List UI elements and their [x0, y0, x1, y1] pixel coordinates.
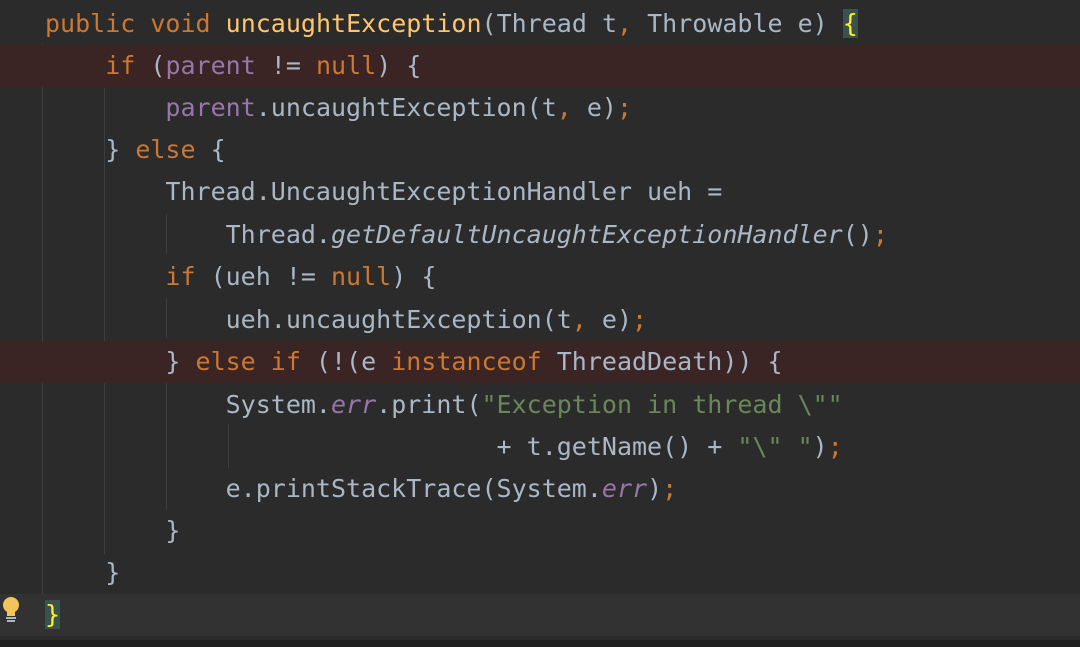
- editor-bottom-edge: [0, 640, 1080, 647]
- code-editor[interactable]: public void uncaughtException(Thread t, …: [0, 0, 1080, 647]
- code-line-3[interactable]: parent.uncaughtException(t, e);: [0, 87, 1080, 129]
- code-line-13[interactable]: }: [0, 510, 1080, 552]
- lightbulb-icon[interactable]: [0, 596, 22, 626]
- code-line-9[interactable]: } else if (!(e instanceof ThreadDeath)) …: [0, 341, 1080, 383]
- matching-brace: {: [842, 9, 858, 38]
- code-line-15[interactable]: }: [0, 594, 1080, 636]
- code-line-2[interactable]: if (parent != null) {: [0, 45, 1080, 87]
- code-line-6[interactable]: Thread.getDefaultUncaughtExceptionHandle…: [0, 214, 1080, 256]
- code-line-7[interactable]: if (ueh != null) {: [0, 256, 1080, 298]
- matching-brace: }: [45, 600, 61, 629]
- code-line-11[interactable]: + t.getName() + "\" ");: [0, 426, 1080, 468]
- code-line-14[interactable]: }: [0, 552, 1080, 594]
- code-line-4[interactable]: } else {: [0, 129, 1080, 171]
- code-line-10[interactable]: System.err.print("Exception in thread \"…: [0, 384, 1080, 426]
- code-line-8[interactable]: ueh.uncaughtException(t, e);: [0, 299, 1080, 341]
- code-line-5[interactable]: Thread.UncaughtExceptionHandler ueh =: [0, 171, 1080, 213]
- code-line-12[interactable]: e.printStackTrace(System.err);: [0, 468, 1080, 510]
- code-line-1[interactable]: public void uncaughtException(Thread t, …: [0, 3, 1080, 45]
